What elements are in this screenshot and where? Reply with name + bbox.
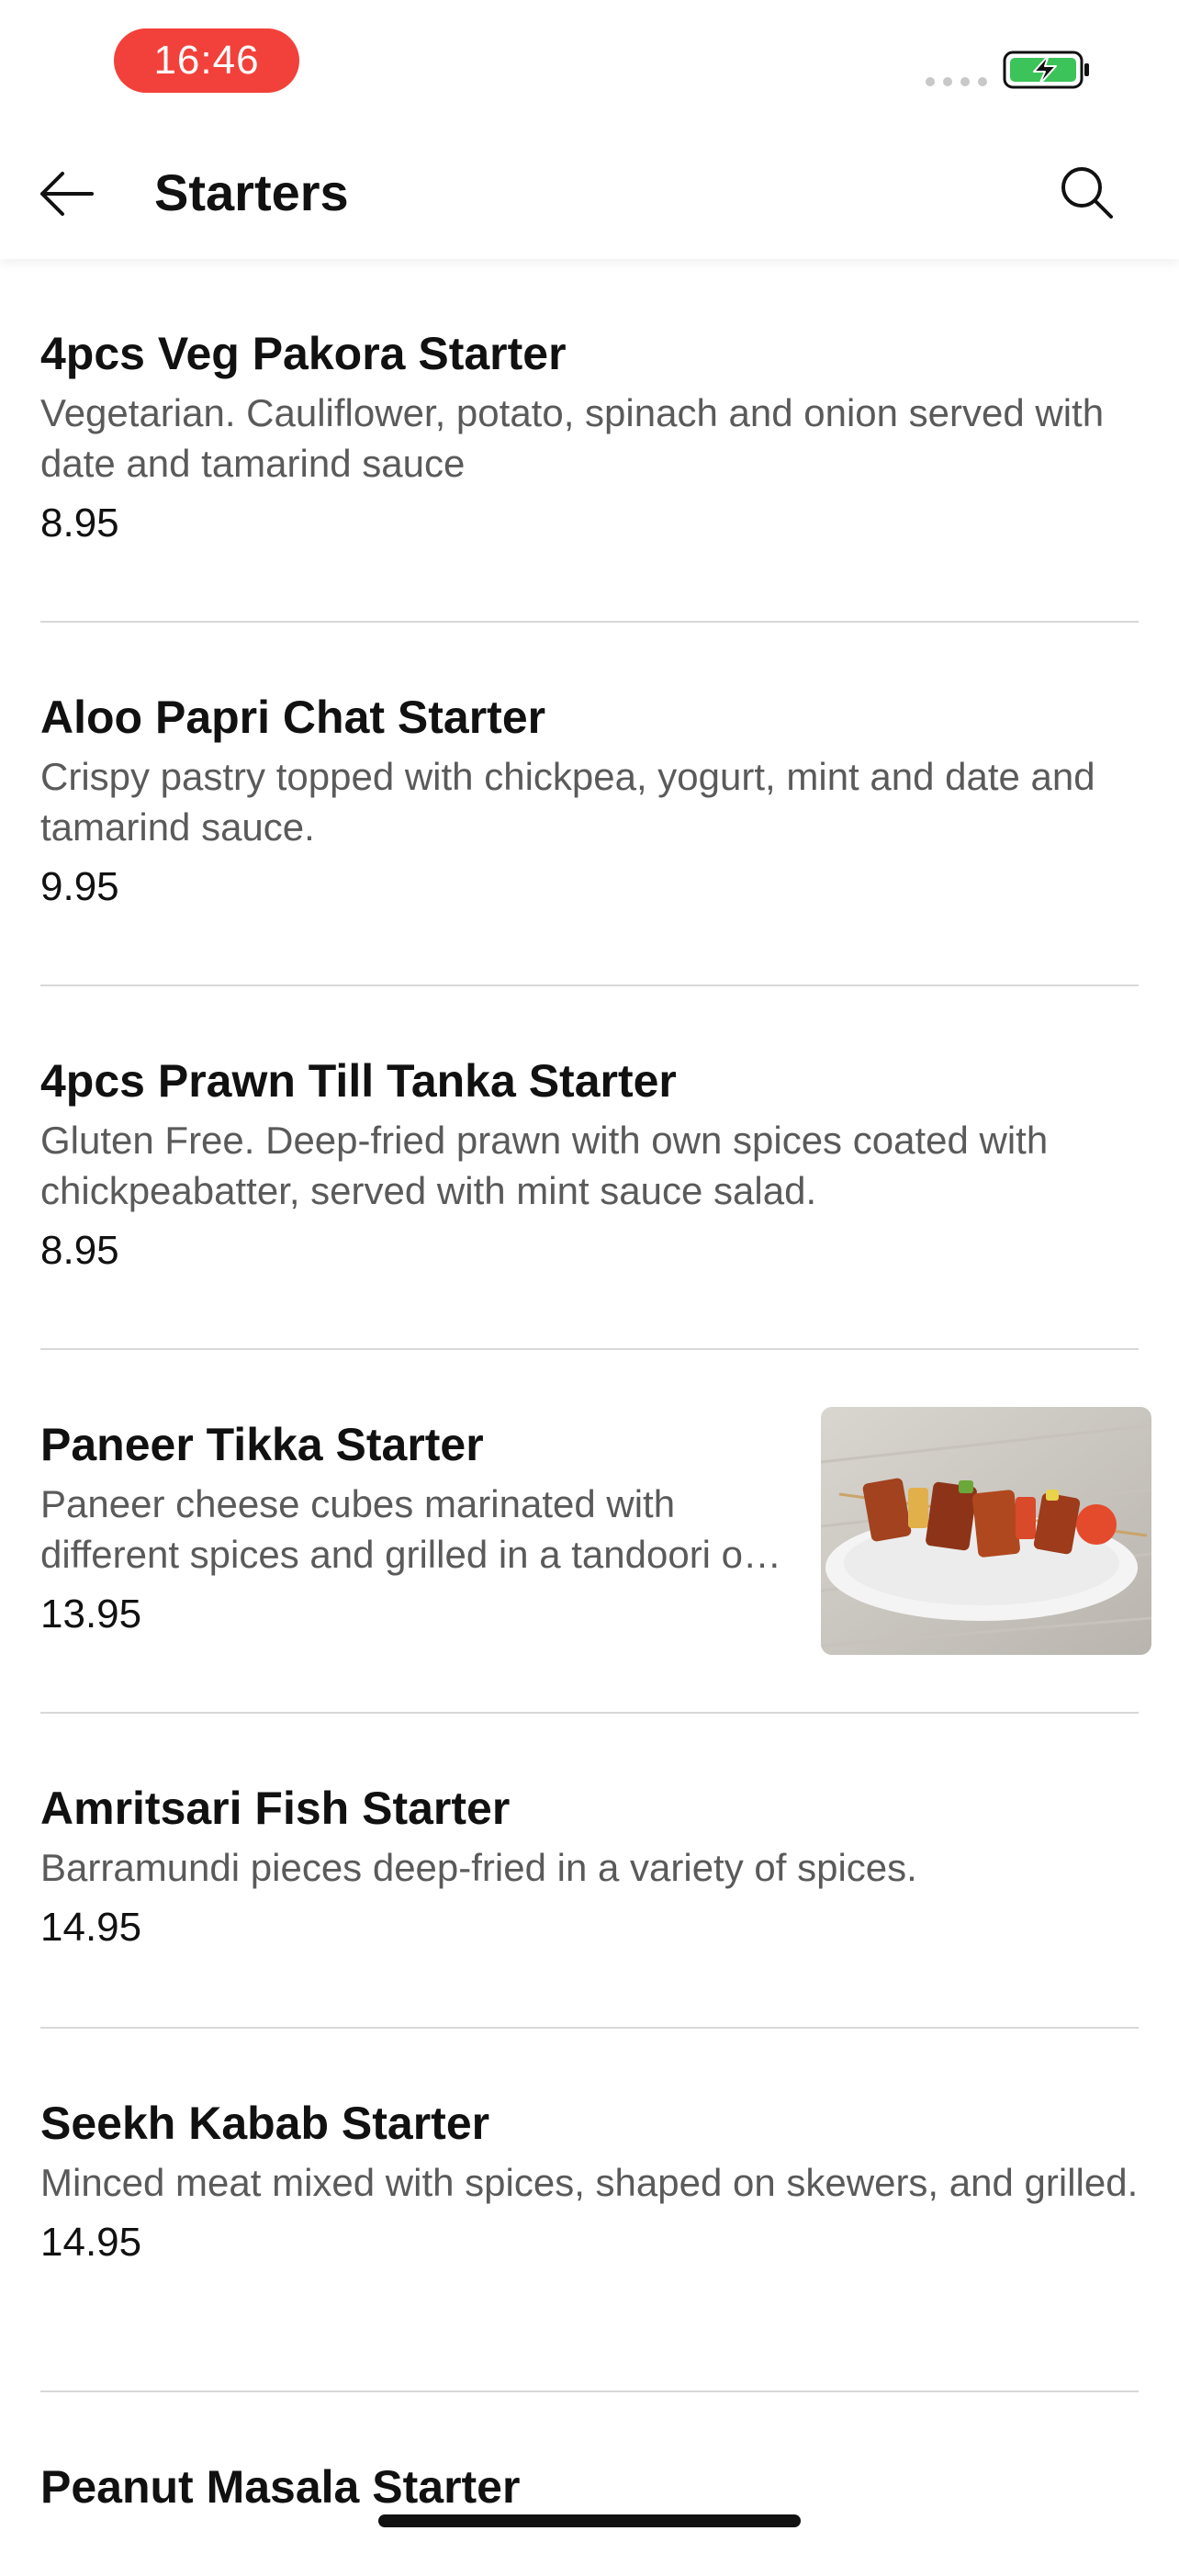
item-description: Crispy pastry topped with chickpea, yogu…: [40, 755, 1095, 849]
food-image: [821, 1407, 1151, 1655]
item-price: 8.95: [40, 1228, 119, 1273]
item-name: Seekh Kabab Starter: [40, 2098, 490, 2149]
item-price: 8.95: [40, 501, 119, 546]
item-description: Gluten Free. Deep-fried prawn with own s…: [40, 1119, 1049, 1212]
menu-item[interactable]: Seekh Kabab Starter Minced meat mixed wi…: [0, 2029, 1179, 2392]
item-description: Vegetarian. Cauliflower, potato, spinach…: [40, 391, 1105, 485]
item-name: Peanut Masala Starter: [40, 2461, 521, 2513]
item-name: 4pcs Veg Pakora Starter: [40, 328, 567, 379]
item-name: Paneer Tikka Starter: [40, 1419, 484, 1470]
battery-charging-icon: [1003, 51, 1089, 89]
home-indicator[interactable]: [378, 2514, 801, 2527]
item-price: 14.95: [40, 1905, 142, 1950]
back-button[interactable]: [35, 162, 105, 226]
page-title: Starters: [154, 163, 349, 221]
menu-list: 4pcs Veg Pakora Starter Vegetarian. Caul…: [0, 259, 1179, 2576]
menu-item[interactable]: 4pcs Veg Pakora Starter Vegetarian. Caul…: [0, 259, 1179, 623]
status-bar: 16:46: [0, 0, 1179, 129]
search-button[interactable]: [1054, 160, 1120, 226]
item-name: Amritsari Fish Starter: [40, 1783, 511, 1834]
menu-item[interactable]: Peanut Masala Starter: [0, 2392, 1179, 2576]
item-price: 9.95: [40, 864, 119, 909]
item-name: 4pcs Prawn Till Tanka Starter: [40, 1055, 677, 1107]
search-icon: [1061, 167, 1113, 219]
item-description: Barramundi pieces deep-fried in a variet…: [40, 1846, 917, 1889]
nav-bar: Starters: [0, 129, 1179, 259]
menu-item[interactable]: Paneer Tikka Starter Paneer cheese cubes…: [0, 1350, 1179, 1714]
item-name: Aloo Papri Chat Starter: [40, 692, 546, 743]
menu-item[interactable]: 4pcs Prawn Till Tanka Starter Gluten Fre…: [0, 986, 1179, 1350]
menu-item[interactable]: Amritsari Fish Starter Barramundi pieces…: [0, 1714, 1179, 2029]
paneer-tikka-photo[interactable]: [821, 1407, 1151, 1655]
item-description: Minced meat mixed with spices, shaped on…: [40, 2161, 1139, 2204]
signal-dots-icon: [926, 77, 987, 86]
item-price: 14.95: [40, 2220, 142, 2265]
status-time: 16:46: [114, 28, 299, 93]
item-description: Paneer cheese cubes marinated with diffe…: [40, 1482, 782, 1576]
menu-item[interactable]: Aloo Papri Chat Starter Crispy pastry to…: [0, 623, 1179, 986]
arrow-left-icon: [40, 172, 94, 216]
item-price: 13.95: [40, 1592, 142, 1637]
